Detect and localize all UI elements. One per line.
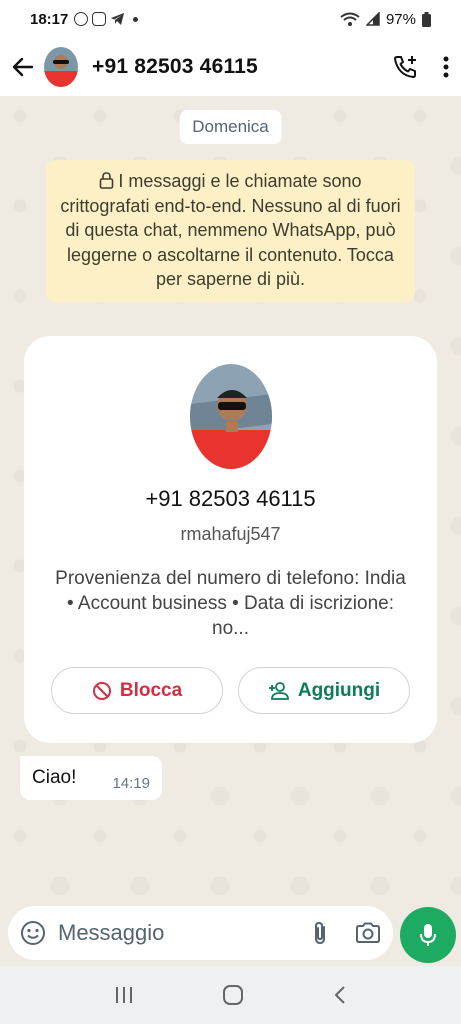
contact-title[interactable]: +91 82503 46115: [92, 55, 258, 79]
wifi-icon: [340, 12, 360, 26]
contact-photo[interactable]: [190, 364, 272, 469]
home-icon[interactable]: [222, 985, 244, 1005]
message-input[interactable]: Messaggio: [58, 920, 164, 946]
chat-header: +91 82503 46115: [0, 38, 461, 96]
chat-area[interactable]: Domenica I messaggi e le chiamate sono c…: [0, 96, 461, 904]
contact-username: rmahafuj547: [180, 524, 281, 544]
message-time: 14:19: [112, 774, 150, 792]
instagram-icon: [92, 12, 107, 26]
status-time: 18:17: [30, 10, 69, 28]
mic-icon: [420, 924, 436, 946]
contact-card: +91 82503 46115 rmahafuj547 Provenienza …: [24, 336, 437, 743]
add-call-icon[interactable]: [393, 54, 419, 80]
date-chip: Domenica: [179, 110, 282, 144]
battery-icon: [422, 11, 431, 27]
person-add-icon: [268, 681, 289, 700]
contact-number: +91 82503 46115: [145, 486, 316, 511]
signal-icon: [365, 12, 380, 26]
camera-icon[interactable]: [355, 922, 381, 944]
encryption-notice[interactable]: I messaggi e le chiamate sono crittograf…: [46, 160, 415, 302]
contact-info: Provenienza del numero di telefono: Indi…: [55, 568, 406, 639]
block-icon: [92, 681, 111, 700]
add-contact-button[interactable]: Aggiungi: [238, 667, 410, 714]
more-vert-icon[interactable]: [443, 56, 449, 78]
avatar[interactable]: [44, 47, 78, 87]
system-nav-bar: [0, 966, 461, 1024]
telegram-icon: [111, 13, 125, 25]
block-button[interactable]: Blocca: [51, 667, 223, 714]
lock-icon: [100, 172, 114, 189]
add-label: Aggiungi: [297, 679, 381, 701]
message-text: Ciao!: [32, 767, 77, 788]
mic-button[interactable]: [400, 907, 456, 963]
whatsapp-icon: [74, 12, 89, 26]
back-arrow-icon[interactable]: [12, 57, 34, 77]
attach-icon[interactable]: [311, 920, 329, 946]
recents-icon[interactable]: [114, 986, 134, 1004]
emoji-icon[interactable]: [20, 920, 46, 946]
message-input-bar[interactable]: Messaggio: [8, 906, 393, 960]
battery-percent: 97%: [385, 10, 416, 28]
status-bar: 18:17 97%: [0, 0, 461, 38]
message-bubble[interactable]: Ciao! 14:19: [20, 756, 162, 800]
block-label: Blocca: [119, 679, 183, 701]
notification-dot-icon: [133, 16, 139, 22]
back-nav-icon[interactable]: [333, 985, 347, 1005]
